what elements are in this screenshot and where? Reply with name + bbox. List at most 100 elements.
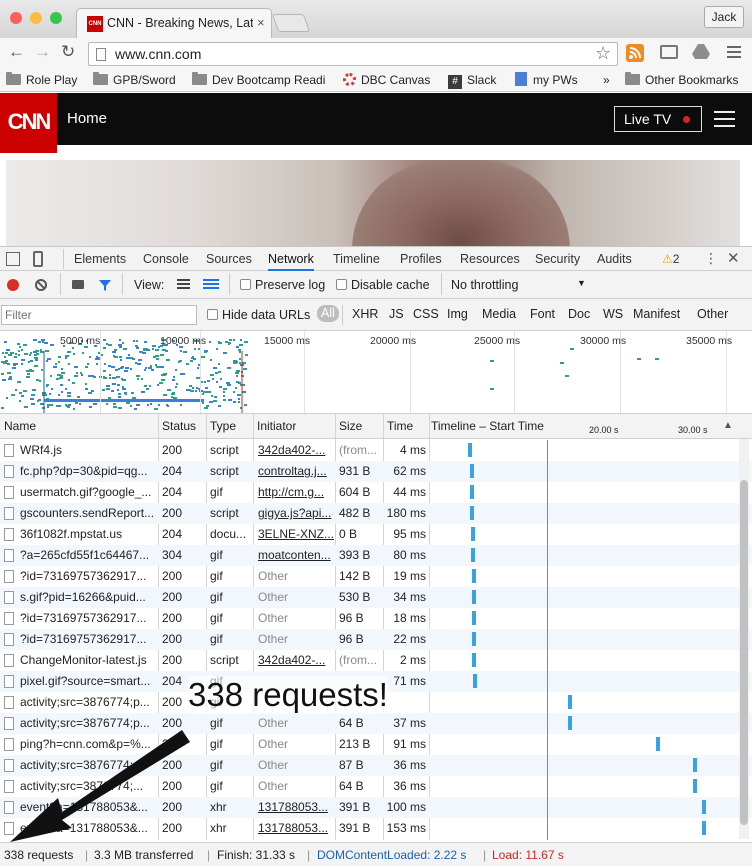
- request-name[interactable]: usermatch.gif?google_...: [20, 485, 156, 499]
- profile-button[interactable]: Jack: [704, 6, 744, 28]
- bookmark-dev-bootcamp[interactable]: Dev Bootcamp Readi: [192, 72, 327, 88]
- request-initiator[interactable]: 342da402-...: [258, 653, 334, 667]
- nav-home[interactable]: Home: [67, 110, 107, 127]
- request-name[interactable]: ?id=73169757362917...: [20, 611, 156, 625]
- close-window-button[interactable]: [10, 12, 22, 24]
- col-status[interactable]: Status: [162, 419, 196, 433]
- col-timeline[interactable]: Timeline – Start Time: [431, 419, 544, 433]
- bookmark-dbc-canvas[interactable]: DBC Canvas: [343, 72, 430, 88]
- table-row[interactable]: ?id=73169757362917... 200 gif Other 142 B 19 …: [0, 566, 752, 587]
- filter-type-doc[interactable]: Doc: [568, 307, 590, 321]
- request-initiator[interactable]: controltag.j...: [258, 464, 334, 478]
- request-initiator[interactable]: 342da402-...: [258, 443, 334, 457]
- reload-icon[interactable]: ↻: [61, 42, 75, 62]
- table-row[interactable]: ?id=73169757362917... 200 gif Other 96 B 18 m…: [0, 608, 752, 629]
- table-scrollbar-thumb[interactable]: [740, 480, 748, 825]
- request-name[interactable]: fc.php?dp=30&pid=qg...: [20, 464, 156, 478]
- request-initiator[interactable]: http://cm.g...: [258, 485, 334, 499]
- tab-security[interactable]: Security: [535, 252, 580, 266]
- preserve-log-checkbox[interactable]: Preserve log: [240, 278, 325, 292]
- back-icon[interactable]: ←: [8, 42, 25, 62]
- tab-audits[interactable]: Audits: [597, 252, 632, 266]
- warning-icon[interactable]: ⚠2: [662, 252, 679, 266]
- hide-data-urls-checkbox[interactable]: Hide data URLs: [207, 308, 310, 322]
- filter-type-font[interactable]: Font: [530, 307, 555, 321]
- filter-input[interactable]: [1, 305, 197, 325]
- waterfall-overview-icon[interactable]: [203, 279, 219, 290]
- table-row[interactable]: s.gif?pid=16266&puid... 200 gif Other 530 B 3…: [0, 587, 752, 608]
- star-icon[interactable]: ☆: [595, 43, 611, 64]
- tab-profiles[interactable]: Profiles: [400, 252, 442, 266]
- tab-elements[interactable]: Elements: [74, 252, 126, 266]
- filter-type-img[interactable]: Img: [447, 307, 468, 321]
- disable-cache-checkbox[interactable]: Disable cache: [336, 278, 430, 292]
- drive-icon[interactable]: [692, 42, 710, 63]
- request-initiator[interactable]: gigya.js?api...: [258, 506, 334, 520]
- tab-sources[interactable]: Sources: [206, 252, 252, 266]
- new-tab-button[interactable]: [271, 14, 311, 32]
- cast-icon[interactable]: [660, 45, 678, 59]
- address-bar[interactable]: www.cnn.com ☆: [88, 42, 618, 66]
- request-name[interactable]: ChangeMonitor-latest.js: [20, 653, 156, 667]
- forward-icon[interactable]: →: [34, 42, 51, 62]
- sort-up-icon[interactable]: ▲: [723, 420, 733, 431]
- devtools-menu-icon[interactable]: ⋮: [704, 250, 718, 267]
- bookmark-slack[interactable]: # Slack: [448, 72, 496, 89]
- request-name[interactable]: activity;src=3876774;p...: [20, 695, 156, 709]
- bookmark-role-play[interactable]: Role Play: [6, 72, 77, 88]
- maximize-window-button[interactable]: [50, 12, 62, 24]
- request-initiator[interactable]: moatconten...: [258, 548, 334, 562]
- filter-type-media[interactable]: Media: [482, 307, 516, 321]
- inspect-element-icon[interactable]: [6, 252, 20, 266]
- request-initiator[interactable]: 131788053...: [258, 821, 334, 835]
- request-name[interactable]: ?id=73169757362917...: [20, 632, 156, 646]
- hamburger-menu-icon[interactable]: [714, 111, 735, 132]
- request-name[interactable]: s.gif?pid=16266&puid...: [20, 590, 156, 604]
- request-name[interactable]: 36f1082f.mpstat.us: [20, 527, 156, 541]
- col-size[interactable]: Size: [339, 419, 362, 433]
- rss-icon[interactable]: [626, 44, 644, 62]
- table-row[interactable]: ChangeMonitor-latest.js 200 script 342da402…: [0, 650, 752, 671]
- device-mode-icon[interactable]: [33, 251, 43, 267]
- filter-type-all[interactable]: All: [317, 305, 339, 322]
- bookmark-gpb-sword[interactable]: GPB/Sword: [93, 72, 176, 88]
- table-row[interactable]: gscounters.sendReport... 200 script gigya.j…: [0, 503, 752, 524]
- tab-console[interactable]: Console: [143, 252, 189, 266]
- browser-tab[interactable]: CNN CNN - Breaking News, Late ×: [76, 8, 272, 38]
- filter-type-manifest[interactable]: Manifest: [633, 307, 680, 321]
- filter-icon[interactable]: [98, 278, 112, 295]
- table-row[interactable]: ?id=73169757362917... 200 gif Other 96 B 22 m…: [0, 629, 752, 650]
- filter-type-xhr[interactable]: XHR: [352, 307, 378, 321]
- filter-type-other[interactable]: Other: [697, 307, 728, 321]
- live-tv-button[interactable]: Live TV: [614, 106, 702, 132]
- col-type[interactable]: Type: [210, 419, 236, 433]
- table-row[interactable]: usermatch.gif?google_... 204 gif http://cm.…: [0, 482, 752, 503]
- request-name[interactable]: WRf4.js: [20, 443, 156, 457]
- menu-icon[interactable]: [727, 46, 741, 58]
- large-rows-icon[interactable]: [177, 279, 190, 290]
- tab-close-icon[interactable]: ×: [257, 15, 265, 30]
- col-time[interactable]: Time: [387, 419, 413, 433]
- request-name[interactable]: gscounters.sendReport...: [20, 506, 156, 520]
- request-name[interactable]: ?id=73169757362917...: [20, 569, 156, 583]
- filter-type-ws[interactable]: WS: [603, 307, 623, 321]
- record-icon[interactable]: [7, 279, 19, 291]
- filter-type-js[interactable]: JS: [389, 307, 404, 321]
- minimize-window-button[interactable]: [30, 12, 42, 24]
- request-initiator[interactable]: 3ELNE-XNZ...: [258, 527, 334, 541]
- col-name[interactable]: Name: [4, 419, 36, 433]
- table-row[interactable]: WRf4.js 200 script 342da402-... (from... 4 ms: [0, 440, 752, 461]
- table-row[interactable]: 36f1082f.mpstat.us 204 docu... 3ELNE-XNZ...…: [0, 524, 752, 545]
- tab-timeline[interactable]: Timeline: [333, 252, 380, 266]
- cnn-logo[interactable]: CNN: [0, 93, 57, 153]
- col-initiator[interactable]: Initiator: [257, 419, 296, 433]
- filter-type-css[interactable]: CSS: [413, 307, 439, 321]
- clear-icon[interactable]: [35, 279, 47, 291]
- bookmark-my-pws[interactable]: my PWs: [515, 72, 578, 88]
- bookmarks-overflow-button[interactable]: »: [603, 72, 610, 88]
- devtools-close-icon[interactable]: ✕: [727, 249, 740, 267]
- throttling-select[interactable]: No throttling ▼: [451, 278, 591, 292]
- table-row[interactable]: ?a=265cfd55f1c64467... 304 gif moatconten..…: [0, 545, 752, 566]
- table-row[interactable]: fc.php?dp=30&pid=qg... 204 script controlta…: [0, 461, 752, 482]
- tab-network[interactable]: Network: [268, 252, 314, 271]
